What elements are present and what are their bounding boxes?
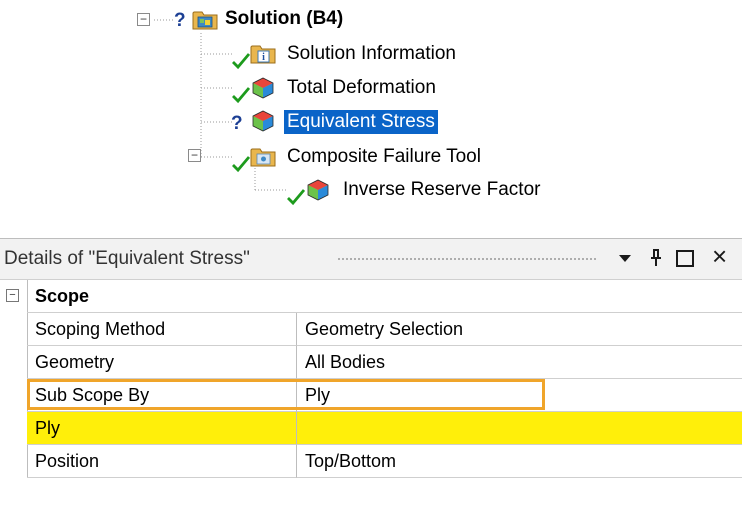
row-gutter bbox=[0, 379, 28, 412]
tree-node-label: Solution Information bbox=[287, 43, 456, 64]
property-row-sub-scope-by[interactable]: Sub Scope By Ply bbox=[0, 379, 742, 412]
property-name: Ply bbox=[27, 412, 297, 445]
check-status-icon bbox=[232, 156, 251, 173]
category-label: Scope bbox=[27, 280, 742, 313]
property-value[interactable]: All Bodies bbox=[297, 346, 742, 379]
row-gutter: − bbox=[0, 280, 28, 313]
solution-information-icon: i bbox=[250, 45, 276, 64]
row-gutter bbox=[0, 346, 28, 379]
category-collapse-icon[interactable]: − bbox=[6, 289, 19, 302]
composite-failure-folder-icon bbox=[250, 148, 276, 167]
outline-tree: − ? Solution (B4) i Solution Information… bbox=[0, 0, 742, 232]
tree-node-label: Composite Failure Tool bbox=[287, 146, 481, 167]
property-row-ply[interactable]: Ply bbox=[0, 412, 742, 445]
tree-node-label: Solution (B4) bbox=[225, 8, 344, 29]
property-value[interactable]: Top/Bottom bbox=[297, 445, 742, 478]
property-name: Position bbox=[27, 445, 297, 478]
question-status-icon: ? bbox=[231, 113, 243, 134]
row-gutter bbox=[0, 412, 28, 445]
tree-node-composite-failure-tool[interactable]: Composite Failure Tool bbox=[284, 143, 484, 171]
close-icon[interactable]: × bbox=[712, 243, 727, 269]
reserve-factor-result-icon bbox=[307, 179, 329, 201]
check-status-icon bbox=[232, 87, 251, 104]
tree-node-equivalent-stress[interactable]: Equivalent Stress bbox=[283, 108, 439, 136]
maximize-icon[interactable] bbox=[674, 247, 696, 269]
category-row-scope[interactable]: − Scope bbox=[0, 280, 742, 313]
tree-expander-solution[interactable]: − bbox=[137, 13, 150, 26]
property-value[interactable]: Geometry Selection bbox=[297, 313, 742, 346]
check-status-icon bbox=[232, 53, 251, 70]
property-name: Geometry bbox=[27, 346, 297, 379]
property-name: Sub Scope By bbox=[27, 379, 297, 412]
panel-grip[interactable] bbox=[337, 257, 597, 262]
tree-node-label: Equivalent Stress bbox=[283, 109, 439, 135]
solution-folder-icon bbox=[192, 11, 218, 30]
dropdown-arrow-icon[interactable] bbox=[614, 247, 636, 269]
property-value[interactable] bbox=[297, 412, 742, 445]
svg-text:i: i bbox=[262, 52, 265, 63]
stress-result-icon bbox=[252, 110, 274, 132]
question-status-icon: ? bbox=[174, 10, 186, 31]
tree-node-solution[interactable]: Solution (B4) bbox=[222, 5, 346, 33]
row-gutter bbox=[0, 313, 28, 346]
property-value[interactable]: Ply bbox=[297, 379, 742, 412]
property-name: Scoping Method bbox=[27, 313, 297, 346]
tree-node-solution-information[interactable]: Solution Information bbox=[284, 40, 459, 68]
tree-node-label: Total Deformation bbox=[287, 77, 436, 98]
tree-node-total-deformation[interactable]: Total Deformation bbox=[284, 74, 439, 102]
tree-expander-composite-failure-tool[interactable]: − bbox=[188, 149, 201, 162]
property-row[interactable]: Position Top/Bottom bbox=[0, 445, 742, 478]
property-row[interactable]: Geometry All Bodies bbox=[0, 346, 742, 379]
property-row[interactable]: Scoping Method Geometry Selection bbox=[0, 313, 742, 346]
details-panel-title: Details of "Equivalent Stress" bbox=[4, 248, 250, 269]
check-status-icon bbox=[287, 189, 306, 206]
deformation-result-icon bbox=[252, 77, 274, 99]
details-panel-header: Details of "Equivalent Stress" × bbox=[0, 238, 742, 280]
row-gutter bbox=[0, 445, 28, 478]
tree-node-inverse-reserve-factor[interactable]: Inverse Reserve Factor bbox=[340, 176, 543, 204]
pin-icon[interactable] bbox=[645, 247, 667, 269]
tree-node-label: Inverse Reserve Factor bbox=[343, 179, 541, 200]
